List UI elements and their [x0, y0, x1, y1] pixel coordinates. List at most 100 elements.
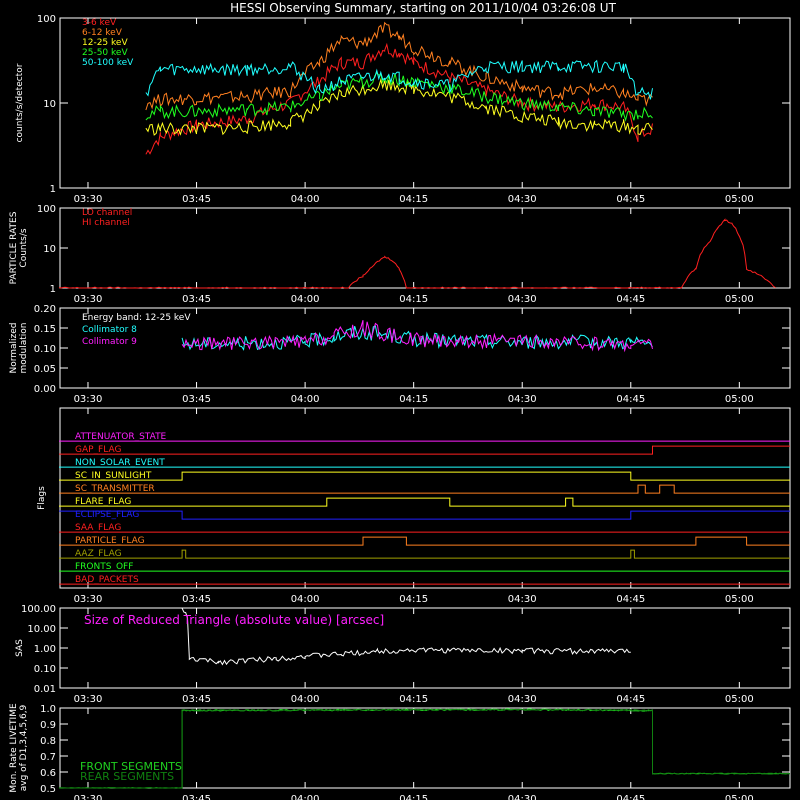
y-tick-label: 1 — [50, 284, 56, 295]
y-tick-label: 0.6 — [40, 768, 56, 779]
x-tick-label: 04:00 — [291, 694, 320, 705]
y-tick-label: 0.5 — [40, 784, 56, 795]
x-tick-label: 04:15 — [399, 594, 428, 605]
x-tick-label: 03:30 — [74, 794, 103, 800]
x-tick-label: 03:30 — [74, 694, 103, 705]
x-tick-label: 04:15 — [399, 294, 428, 305]
y-tick-label: 0.20 — [34, 304, 56, 315]
livetime-y-axis-label: avg of D1,3,4,5,6,9 — [19, 704, 29, 791]
legend-entry: 50-100 keV — [82, 58, 134, 68]
counts-y-axis-label: counts/s/detector — [15, 63, 25, 142]
flag-series-label: NON_SOLAR_EVENT — [75, 458, 165, 468]
x-tick-label: 03:45 — [182, 794, 211, 800]
legend-entry: 6-12 keV — [82, 28, 123, 38]
flag-series-label: SC_IN_SUNLIGHT — [75, 471, 152, 481]
legend-entry: Collimator 9 — [82, 337, 137, 347]
x-tick-label: 04:00 — [291, 794, 320, 800]
y-tick-label: 0.8 — [40, 736, 56, 747]
sas-annotation: Size of Reduced Triangle (absolute value… — [84, 613, 384, 627]
y-tick-label: 1.0 — [40, 704, 56, 715]
x-tick-label: 04:15 — [399, 194, 428, 205]
particle-series-line — [58, 218, 776, 289]
x-tick-label: 04:00 — [291, 294, 320, 305]
flag-series-label: GAP_FLAG — [75, 445, 121, 455]
y-tick-label: 0.01 — [34, 684, 56, 695]
x-tick-label: 03:45 — [182, 594, 211, 605]
x-tick-label: 04:30 — [508, 194, 537, 205]
modulation-y-axis-label: Normalized — [9, 322, 19, 373]
flag-series-line — [59, 445, 790, 455]
flag-series-label: ATTENUATOR_STATE — [75, 432, 167, 442]
x-tick-label: 04:45 — [616, 794, 645, 800]
modulation-panel: 03:30 03:45 04:00 04:15 04:30 04:45 05:00 0.00 0… — [9, 304, 791, 405]
counts-series-line — [145, 59, 653, 100]
x-tick-label: 05:00 — [725, 294, 754, 305]
legend-entry: 25-50 keV — [82, 48, 128, 58]
x-tick-label: 05:00 — [725, 194, 754, 205]
livetime-panel: 03:30 03:45 04:00 04:15 04:30 04:45 05:00 0.5 0.… — [9, 703, 791, 800]
y-tick-label: 0.00 — [34, 384, 56, 395]
flag-series-label: BAD_PACKETS — [75, 575, 139, 585]
y-tick-label: 10 — [43, 99, 56, 110]
modulation-annotation: Energy band: 12-25 keV — [82, 313, 191, 323]
y-tick-label: 100 — [37, 204, 56, 215]
y-tick-label: 0.15 — [34, 324, 56, 335]
x-tick-label: 04:00 — [291, 594, 320, 605]
x-tick-label: 04:30 — [508, 694, 537, 705]
flag-series-line — [59, 484, 790, 494]
flag-series-line — [59, 510, 790, 520]
x-tick-label: 04:00 — [291, 394, 320, 405]
x-tick-label: 04:15 — [399, 794, 428, 800]
y-tick-label: 1 — [50, 184, 56, 195]
counts-panel: 03:30 03:45 04:00 04:15 04:30 04:45 05:00 1 10 10… — [15, 14, 791, 205]
flags-y-axis-label: Flags — [37, 486, 47, 510]
y-tick-label: 10 — [43, 244, 56, 255]
counts-series-line — [145, 21, 653, 111]
y-tick-label: 100 — [37, 14, 56, 25]
x-tick-label: 04:15 — [399, 394, 428, 405]
flags-panel: 03:30 03:45 04:00 04:15 04:30 04:45 05:00 Flags… — [37, 407, 791, 605]
x-tick-label: 04:30 — [508, 794, 537, 800]
x-tick-label: 03:45 — [182, 294, 211, 305]
y-tick-label: 1.00 — [34, 644, 56, 655]
flag-series-label: PARTICLE_FLAG — [75, 536, 145, 546]
x-tick-label: 03:30 — [74, 294, 103, 305]
flag-series-label: ECLIPSE_FLAG — [75, 510, 139, 520]
flag-series-label: SAA_FLAG — [75, 523, 121, 533]
flag-series-line — [59, 536, 790, 546]
x-tick-label: 03:45 — [182, 394, 211, 405]
x-tick-label: 04:30 — [508, 594, 537, 605]
legend-entry: 3-6 keV — [82, 18, 117, 28]
x-tick-label: 04:00 — [291, 194, 320, 205]
particle-panel: 03:30 03:45 04:00 04:15 04:30 04:45 05:00 1 10 10… — [9, 204, 791, 305]
x-tick-label: 05:00 — [725, 794, 754, 800]
particle-frame — [59, 207, 791, 289]
flag-series-line — [59, 471, 790, 481]
flag-series-label: FRONTS_OFF — [75, 562, 133, 572]
legend-entry: Collimator 8 — [82, 325, 137, 335]
legend-entry: HI channel — [82, 218, 130, 228]
x-tick-label: 03:30 — [74, 594, 103, 605]
observing-summary-chart: HESSI Observing Summary, starting on 201… — [9, 1, 791, 800]
y-tick-label: 100.00 — [21, 604, 56, 615]
flag-series-label: FLARE_FLAG — [75, 497, 131, 507]
chart-title: HESSI Observing Summary, starting on 201… — [230, 1, 616, 15]
x-tick-label: 04:45 — [616, 394, 645, 405]
x-tick-label: 04:45 — [616, 294, 645, 305]
sas-panel: 03:30 03:45 04:00 04:15 04:30 04:45 05:00 0.01 0… — [15, 604, 791, 705]
x-tick-label: 03:30 — [74, 194, 103, 205]
x-tick-label: 03:45 — [182, 694, 211, 705]
flag-series-label: AAZ_FLAG — [75, 549, 122, 559]
modulation-y-axis-label: modulation — [19, 323, 29, 374]
x-tick-label: 04:30 — [508, 394, 537, 405]
flag-series-line — [59, 549, 790, 559]
particle-y-axis-label: Counts/s — [19, 228, 29, 267]
y-tick-label: 0.10 — [34, 664, 56, 675]
flag-series-line — [59, 497, 790, 507]
legend-entry: 12-25 keV — [82, 38, 128, 48]
x-tick-label: 05:00 — [725, 594, 754, 605]
x-tick-label: 05:00 — [725, 694, 754, 705]
legend-entry: REAR SEGMENTS — [80, 770, 174, 783]
sas-y-axis-label: SAS — [15, 639, 25, 657]
y-tick-label: 10.00 — [27, 624, 56, 635]
